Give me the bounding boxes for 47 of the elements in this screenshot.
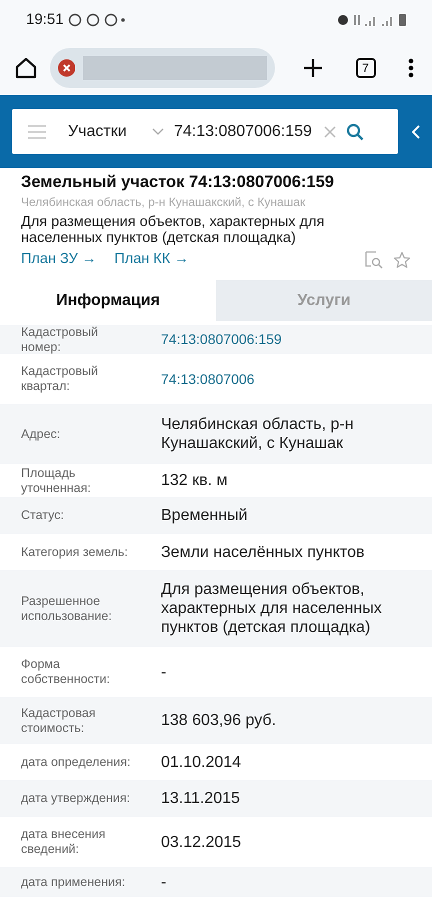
- add-tab-icon[interactable]: [303, 58, 323, 78]
- field-label: дата определения:: [21, 754, 132, 770]
- home-icon[interactable]: [14, 56, 38, 80]
- field-value: 13.11.2015: [161, 789, 240, 808]
- field-label: Разрешенное использование:: [21, 594, 113, 624]
- search-icon[interactable]: [346, 122, 364, 140]
- field-value: -: [161, 662, 166, 682]
- value-link[interactable]: 74:13:0807006: [161, 368, 254, 390]
- field-label: Площадь уточненная:: [21, 466, 92, 496]
- field-label: Кадастровый номер:: [21, 324, 99, 354]
- field-value: 03.12.2015: [161, 832, 242, 852]
- field-label: Кадастровый квартал:: [21, 364, 99, 394]
- field-label: дата утверждения:: [21, 791, 132, 806]
- star-icon[interactable]: [393, 251, 411, 269]
- plan-link[interactable]: План ЗУ →: [21, 249, 96, 271]
- plan-link[interactable]: План КК →: [114, 249, 189, 271]
- field-value: 132 кв. м: [161, 471, 228, 490]
- parcel-purpose: Для размещения объектов, характерных для населенных пунктов (детская площадка): [21, 214, 326, 246]
- field-value: Земли населённых пунктов: [161, 542, 364, 562]
- field-label: Статус:: [21, 508, 65, 523]
- field-value: Временный: [161, 506, 248, 525]
- address-bar[interactable]: [50, 48, 275, 88]
- clock-time: 19:51: [26, 10, 64, 30]
- parcel-address: Челябинская область, р-н Кунашакский, с Кунашак: [21, 195, 306, 209]
- field-value: -: [161, 872, 166, 892]
- notification-icons: [68, 13, 126, 27]
- field-label: Адрес:: [21, 426, 62, 442]
- field-value: Для размещения объектов, характерных для населенных пунктов (детская площадка): [161, 580, 383, 637]
- field-label: Категория земель:: [21, 544, 129, 560]
- field-label: дата внесения сведений:: [21, 827, 106, 857]
- field-value: 01.10.2014: [161, 752, 242, 772]
- signal-icon: [365, 14, 377, 26]
- collapse-icon[interactable]: [412, 124, 420, 138]
- field-label: Форма собственности:: [21, 657, 111, 687]
- menu-icon[interactable]: [408, 58, 414, 78]
- battery-icon: [399, 14, 406, 26]
- field-value: 138 603,96 руб.: [161, 711, 276, 730]
- search-field[interactable]: 74:13:0807006:159: [174, 120, 312, 144]
- parcel-title: Земельный участок 74:13:0807006:159: [21, 172, 335, 192]
- category-select[interactable]: Участки: [68, 120, 152, 144]
- field-label: Кадастровая стоимость:: [21, 706, 97, 736]
- field-value: Челябинская область, р-н Кунашакский, с Кунашак: [161, 415, 355, 453]
- tab-count-button[interactable]: 7: [356, 58, 376, 78]
- signal-icon: [382, 14, 394, 26]
- error-icon: [58, 58, 76, 76]
- field-label: дата применения:: [21, 874, 126, 890]
- value-link[interactable]: 74:13:0807006:159: [161, 329, 282, 350]
